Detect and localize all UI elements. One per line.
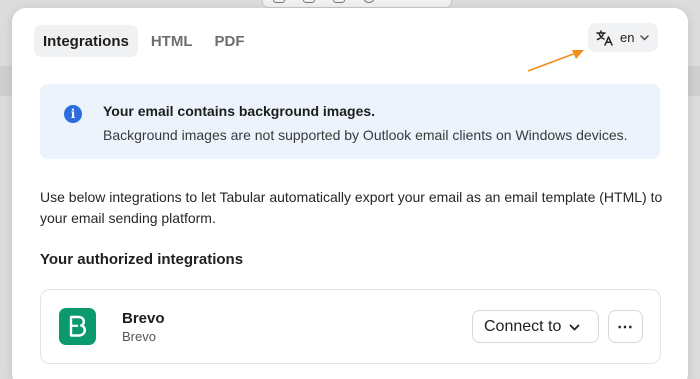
chevron-down-icon [569, 318, 580, 336]
connect-to-button[interactable]: Connect to [472, 310, 599, 343]
tab-pdf[interactable]: PDF [206, 25, 254, 57]
integration-subtitle: Brevo [122, 329, 156, 344]
tab-integrations[interactable]: Integrations [34, 25, 138, 57]
annotation-arrow [527, 50, 584, 72]
language-label: en [620, 30, 635, 45]
tab-bar: Integrations HTML PDF [34, 25, 254, 57]
connect-label: Connect to [484, 317, 562, 335]
brevo-logo-icon [59, 308, 96, 345]
info-title: Your email contains background images. [103, 103, 376, 119]
chevron-down-icon [640, 34, 650, 41]
info-icon: i [64, 105, 82, 123]
integrations-modal: Integrations HTML PDF en i Your email co… [12, 8, 688, 379]
integrations-description: Use below integrations to let Tabular au… [40, 189, 663, 226]
translate-icon [596, 29, 614, 46]
integration-name: Brevo [122, 310, 165, 327]
info-banner: i Your email contains background images.… [40, 84, 660, 159]
background-toolbar [262, 0, 452, 8]
integration-card: Brevo Brevo Connect to ⋯ [40, 289, 661, 364]
toolbar-icon [303, 0, 315, 3]
info-text: Background images are not supported by O… [103, 127, 628, 143]
section-title: Your authorized integrations [40, 251, 244, 268]
toolbar-icon [333, 0, 345, 3]
toolbar-icon [363, 0, 375, 3]
tab-html[interactable]: HTML [142, 25, 202, 57]
more-options-button[interactable]: ⋯ [608, 310, 643, 343]
language-selector[interactable]: en [588, 23, 658, 52]
toolbar-icon [273, 0, 285, 3]
